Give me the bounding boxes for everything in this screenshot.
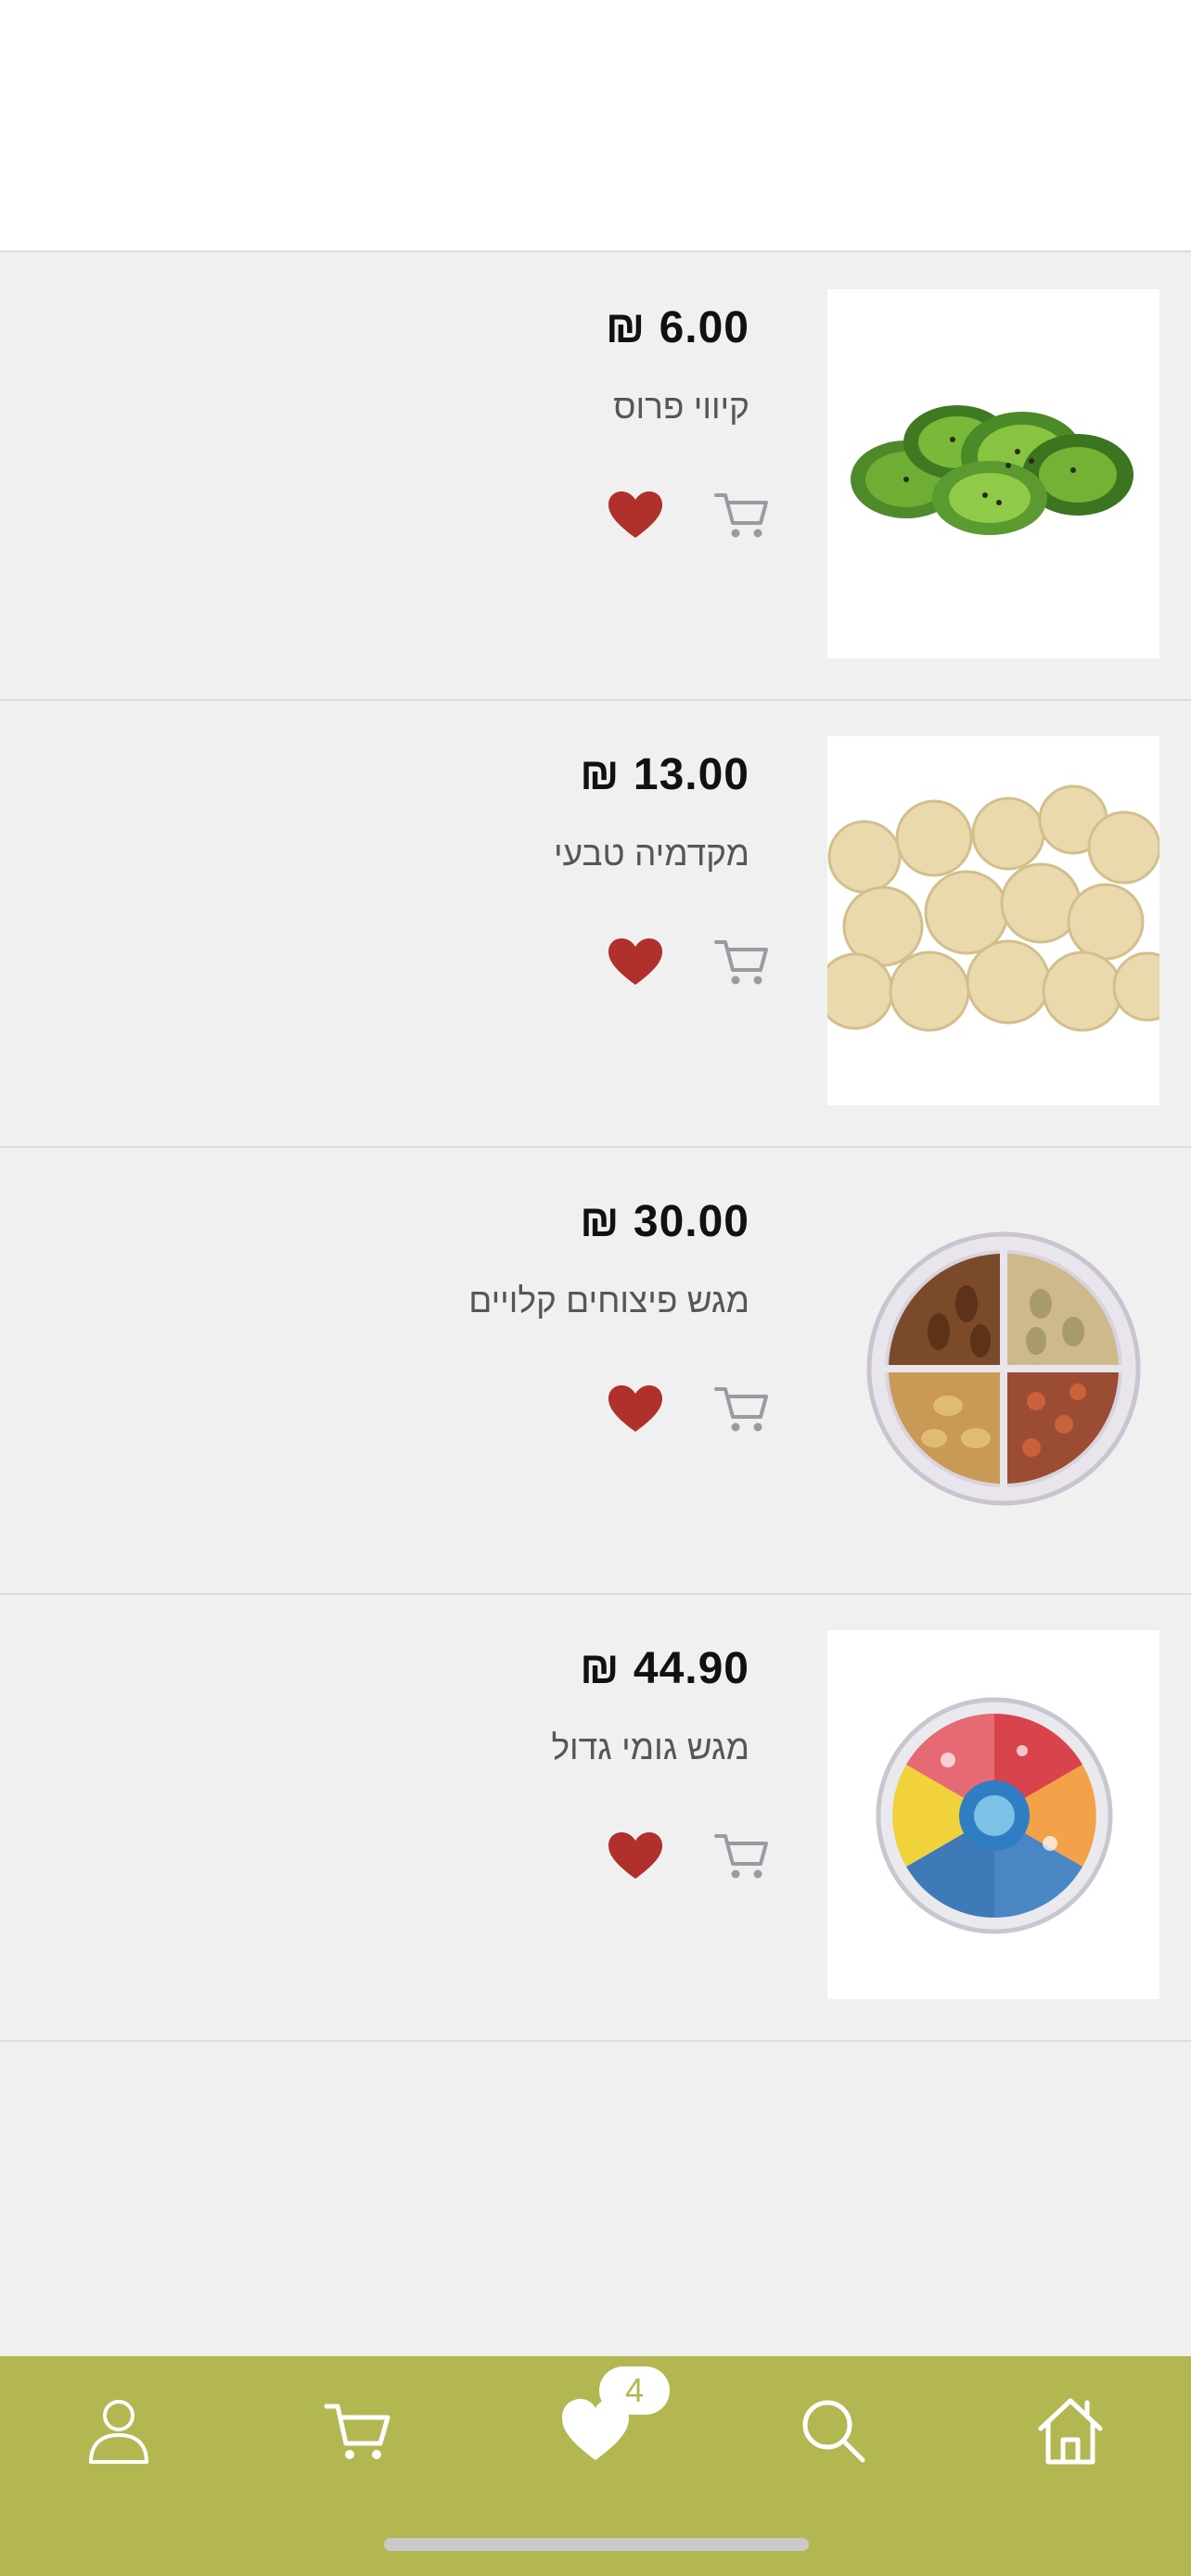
heart-icon	[608, 1832, 662, 1879]
tab-search[interactable]	[796, 2393, 870, 2468]
product-card[interactable]: ₪ 44.90 מגש גומי גדול	[0, 1595, 1191, 2042]
product-price: ₪ 30.00	[580, 1197, 749, 1246]
tab-home[interactable]	[1033, 2393, 1108, 2468]
favorite-button[interactable]	[607, 1830, 664, 1882]
home-indicator	[384, 2538, 809, 2551]
add-to-cart-button[interactable]	[712, 1829, 770, 1882]
cart-icon	[714, 940, 768, 985]
search-icon	[802, 2400, 865, 2463]
product-image-kiwi[interactable]	[827, 289, 1159, 658]
heart-icon	[608, 491, 662, 538]
profile-icon	[89, 2400, 148, 2464]
heart-icon	[608, 938, 662, 985]
product-name: קיווי פרוס	[613, 388, 749, 426]
add-to-cart-button[interactable]	[712, 488, 770, 542]
add-to-cart-button[interactable]	[712, 1382, 770, 1435]
product-price: ₪ 44.90	[580, 1644, 749, 1693]
cart-icon	[714, 1387, 768, 1432]
product-image-gummy-tray[interactable]	[827, 1630, 1159, 1999]
home-icon	[1038, 2398, 1103, 2465]
product-image-nuts-tray[interactable]	[827, 1183, 1159, 1552]
favorite-button[interactable]	[607, 1384, 664, 1435]
favorites-count-badge: 4	[599, 2366, 670, 2415]
favorite-button[interactable]	[607, 937, 664, 988]
product-card[interactable]: ₪ 13.00 מקדמיה טבעי	[0, 701, 1191, 1148]
product-name: מגש גומי גדול	[551, 1728, 749, 1766]
product-card[interactable]: ₪ 6.00 קיווי פרוס	[0, 254, 1191, 701]
product-name: מקדמיה טבעי	[554, 835, 749, 873]
favorite-button[interactable]	[607, 490, 664, 542]
tab-profile[interactable]	[82, 2393, 156, 2468]
product-name: מגש פיצוחים קלויים	[468, 1282, 749, 1320]
product-price: ₪ 13.00	[580, 750, 749, 799]
cart-icon	[714, 493, 768, 538]
product-price: ₪ 6.00	[605, 303, 749, 352]
product-card[interactable]: ₪ 30.00 מגש פיצוחים קלויים	[0, 1148, 1191, 1595]
cart-icon	[714, 1834, 768, 1879]
tab-cart[interactable]	[321, 2393, 395, 2468]
product-list: ₪ 6.00 קיווי פרוס ₪ 13.00 מקדמיה טבעי ₪ …	[0, 254, 1191, 2042]
cart-icon	[324, 2404, 391, 2459]
add-to-cart-button[interactable]	[712, 935, 770, 988]
header-area	[0, 0, 1191, 252]
product-image-macadamia[interactable]	[827, 736, 1159, 1105]
heart-icon	[608, 1385, 662, 1432]
